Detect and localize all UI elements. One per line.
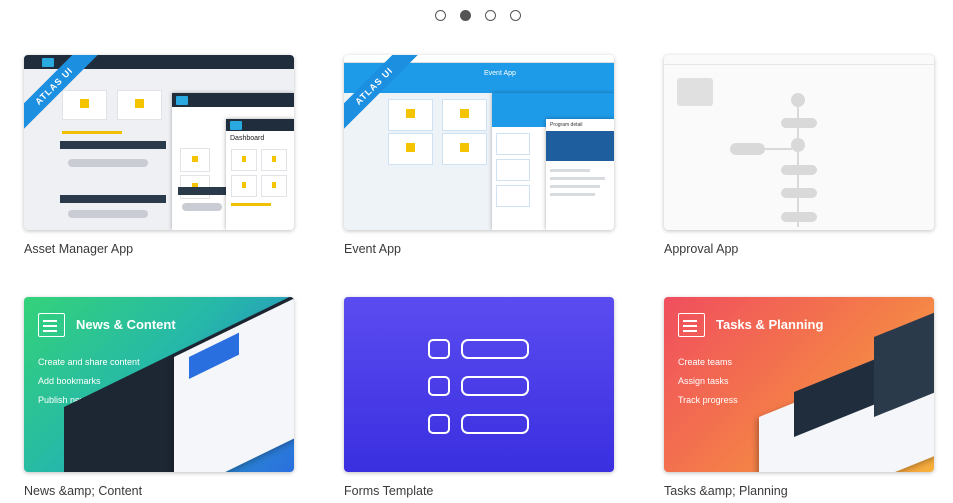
template-card-forms[interactable]: Forms Template (344, 297, 614, 498)
carousel-pagination (0, 10, 953, 22)
feature-item: Create and share content (38, 357, 140, 367)
template-title: Event App (344, 242, 401, 256)
banner-title: News & Content (76, 317, 176, 332)
carousel-dot-3[interactable] (485, 10, 496, 21)
template-title: Approval App (664, 242, 739, 256)
checkbox-icon (428, 376, 450, 396)
input-icon (461, 414, 529, 434)
input-icon (461, 376, 529, 396)
template-card-tasks-planning[interactable]: Tasks & Planning Create teams Assign tas… (664, 297, 934, 498)
template-title: News &amp; Content (24, 484, 143, 498)
template-thumbnail: ATLAS UI Dashboard (24, 55, 294, 230)
template-thumbnail: Tasks & Planning Create teams Assign tas… (664, 297, 934, 472)
carousel-dot-1[interactable] (435, 10, 446, 21)
template-card-news-content[interactable]: News & Content Create and share content … (24, 297, 294, 498)
template-card-event-app[interactable]: ATLAS UI Event App Program detail Event … (344, 55, 614, 256)
template-thumbnail (344, 297, 614, 472)
template-thumbnail: ATLAS UI Event App Program detail (344, 55, 614, 230)
template-thumbnail (664, 55, 934, 230)
template-thumbnail: News & Content Create and share content … (24, 297, 294, 472)
feature-list: Create teams Assign tasks Track progress (678, 353, 738, 410)
checkbox-icon (428, 414, 450, 434)
carousel-dot-2[interactable] (460, 10, 471, 21)
input-icon (461, 339, 529, 359)
checkbox-icon (428, 339, 450, 359)
template-card-asset-manager[interactable]: ATLAS UI Dashboard Asset Manager App (24, 55, 294, 256)
template-title: Asset Manager App (24, 242, 134, 256)
feature-item: Track progress (678, 395, 738, 405)
template-title: Forms Template (344, 484, 434, 498)
template-title: Tasks &amp; Planning (664, 484, 788, 498)
checklist-icon (678, 313, 705, 337)
mock-event-title: Event App (484, 70, 516, 77)
article-icon (38, 313, 65, 337)
mock-dashboard-title: Dashboard (230, 135, 265, 142)
feature-item: Create teams (678, 357, 733, 367)
feature-item: Assign tasks (678, 376, 729, 386)
carousel-dot-4[interactable] (510, 10, 521, 21)
template-card-approval-app[interactable]: Approval App (664, 55, 934, 256)
mock-program-detail: Program detail (550, 122, 583, 128)
banner-title: Tasks & Planning (716, 317, 824, 332)
